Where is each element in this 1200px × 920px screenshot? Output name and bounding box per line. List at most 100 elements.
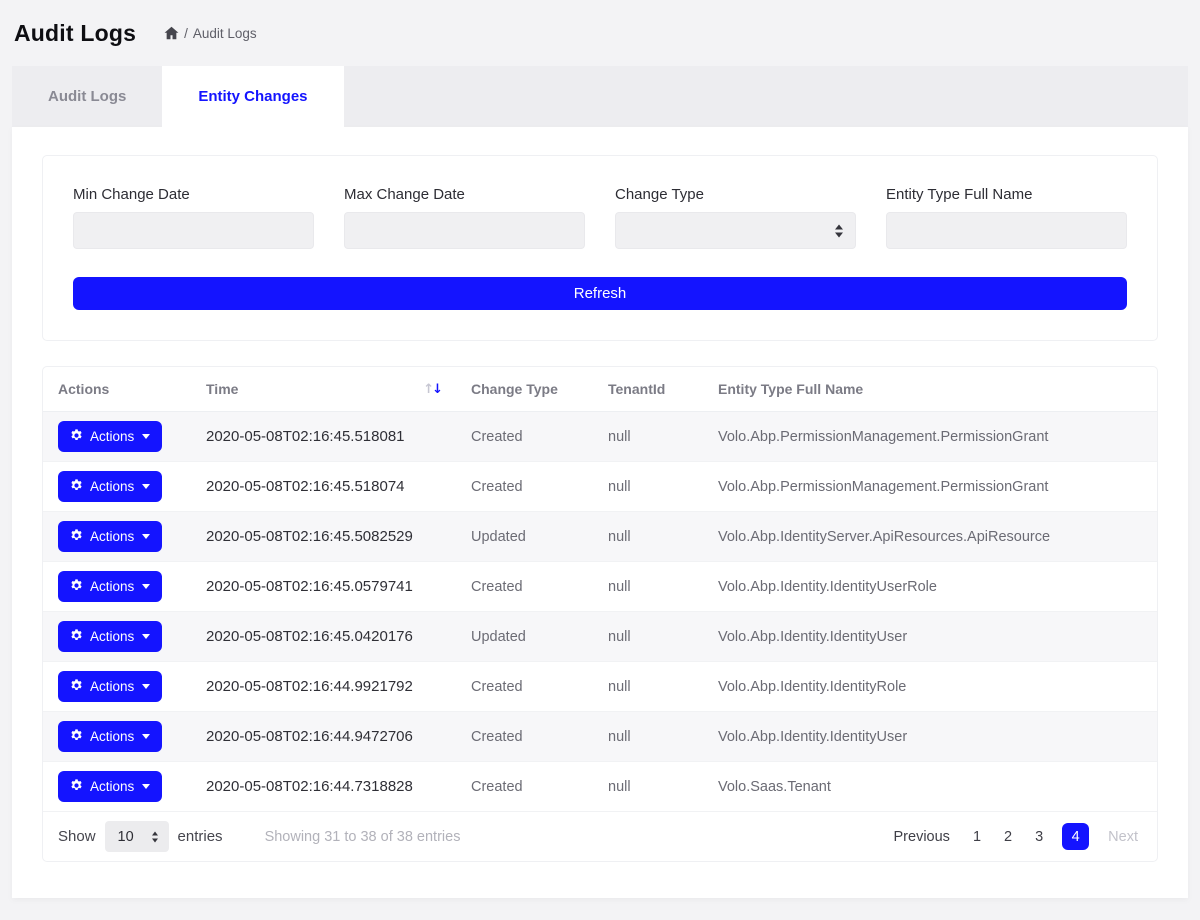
filter-entity-type-full-name: Entity Type Full Name [886, 186, 1127, 249]
pagination-next[interactable]: Next [1104, 827, 1142, 847]
filter-max-change-date: Max Change Date [344, 186, 585, 249]
cell-time: 2020-05-08T02:16:44.9472706 [191, 712, 456, 762]
pagination-page-2[interactable]: 2 [1000, 827, 1016, 847]
pagination-page-4[interactable]: 4 [1062, 823, 1089, 850]
cell-entity-type-full-name: Volo.Abp.PermissionManagement.Permission… [703, 412, 1157, 462]
column-header-actions: Actions [43, 367, 191, 412]
chevron-down-icon [142, 584, 150, 589]
pagination-previous[interactable]: Previous [890, 827, 954, 847]
tab-entity-changes[interactable]: Entity Changes [162, 66, 343, 127]
table-row: Actions 2020-05-08T02:16:45.5082529 Upda… [43, 512, 1157, 562]
cell-tenant-id: null [593, 512, 703, 562]
select-updown-icon [152, 831, 158, 842]
row-actions-button[interactable]: Actions [58, 721, 162, 752]
row-actions-button[interactable]: Actions [58, 671, 162, 702]
cell-change-type: Updated [456, 612, 593, 662]
page-size-select[interactable]: 10 [105, 821, 169, 852]
cell-time: 2020-05-08T02:16:45.518081 [191, 412, 456, 462]
pagination-page-1[interactable]: 1 [969, 827, 985, 847]
gear-icon [70, 479, 83, 495]
cell-entity-type-full-name: Volo.Abp.Identity.IdentityRole [703, 662, 1157, 712]
pagination-page-3[interactable]: 3 [1031, 827, 1047, 847]
row-actions-button[interactable]: Actions [58, 521, 162, 552]
table-row: Actions 2020-05-08T02:16:44.9921792 Crea… [43, 662, 1157, 712]
sort-icon: ↑↓ [423, 382, 441, 397]
max-change-date-input[interactable] [344, 212, 585, 249]
breadcrumb-current: Audit Logs [193, 26, 257, 41]
table-header-row: Actions Time ↑↓ Change Type TenantId Ent… [43, 367, 1157, 412]
cell-tenant-id: null [593, 412, 703, 462]
cell-time: 2020-05-08T02:16:45.0579741 [191, 562, 456, 612]
max-change-date-label: Max Change Date [344, 186, 585, 203]
table-footer: Show 10 entries Showing 31 to 38 of 38 e… [43, 812, 1157, 861]
cell-entity-type-full-name: Volo.Abp.PermissionManagement.Permission… [703, 462, 1157, 512]
entity-type-full-name-input[interactable] [886, 212, 1127, 249]
table-row: Actions 2020-05-08T02:16:44.7318828 Crea… [43, 762, 1157, 812]
filter-min-change-date: Min Change Date [73, 186, 314, 249]
cell-change-type: Created [456, 562, 593, 612]
entity-changes-panel: Min Change Date Max Change Date Change T… [12, 127, 1188, 898]
chevron-down-icon [142, 684, 150, 689]
breadcrumb: / Audit Logs [164, 26, 257, 41]
cell-entity-type-full-name: Volo.Abp.Identity.IdentityUserRole [703, 562, 1157, 612]
min-change-date-label: Min Change Date [73, 186, 314, 203]
cell-tenant-id: null [593, 762, 703, 812]
table-row: Actions 2020-05-08T02:16:45.518081 Creat… [43, 412, 1157, 462]
change-type-select[interactable] [615, 212, 856, 249]
gear-icon [70, 429, 83, 445]
cell-time: 2020-05-08T02:16:44.7318828 [191, 762, 456, 812]
gear-icon [70, 679, 83, 695]
cell-tenant-id: null [593, 562, 703, 612]
row-actions-button[interactable]: Actions [58, 771, 162, 802]
gear-icon [70, 579, 83, 595]
cell-tenant-id: null [593, 662, 703, 712]
gear-icon [70, 629, 83, 645]
column-header-time[interactable]: Time ↑↓ [191, 367, 456, 412]
chevron-down-icon [142, 734, 150, 739]
breadcrumb-separator: / [184, 26, 188, 41]
cell-time: 2020-05-08T02:16:45.5082529 [191, 512, 456, 562]
chevron-down-icon [142, 634, 150, 639]
cell-entity-type-full-name: Volo.Saas.Tenant [703, 762, 1157, 812]
entries-label: entries [178, 828, 223, 845]
cell-change-type: Created [456, 412, 593, 462]
cell-change-type: Updated [456, 512, 593, 562]
refresh-button[interactable]: Refresh [73, 277, 1127, 310]
chevron-down-icon [142, 484, 150, 489]
chevron-down-icon [142, 434, 150, 439]
showing-entries-info: Showing 31 to 38 of 38 entries [265, 829, 461, 845]
tab-audit-logs[interactable]: Audit Logs [12, 66, 162, 127]
cell-tenant-id: null [593, 462, 703, 512]
chevron-down-icon [142, 784, 150, 789]
gear-icon [70, 729, 83, 745]
row-actions-button[interactable]: Actions [58, 571, 162, 602]
cell-time: 2020-05-08T02:16:44.9921792 [191, 662, 456, 712]
cell-change-type: Created [456, 762, 593, 812]
cell-entity-type-full-name: Volo.Abp.IdentityServer.ApiResources.Api… [703, 512, 1157, 562]
show-label: Show [58, 828, 96, 845]
cell-change-type: Created [456, 712, 593, 762]
entity-type-full-name-label: Entity Type Full Name [886, 186, 1127, 203]
table-row: Actions 2020-05-08T02:16:44.9472706 Crea… [43, 712, 1157, 762]
row-actions-button[interactable]: Actions [58, 421, 162, 452]
cell-time: 2020-05-08T02:16:45.0420176 [191, 612, 456, 662]
column-header-tenant-id: TenantId [593, 367, 703, 412]
cell-tenant-id: null [593, 712, 703, 762]
pagination: Previous 1 2 3 4 Next [890, 823, 1142, 850]
cell-entity-type-full-name: Volo.Abp.Identity.IdentityUser [703, 612, 1157, 662]
filter-change-type: Change Type [615, 186, 856, 249]
min-change-date-input[interactable] [73, 212, 314, 249]
page-header: Audit Logs / Audit Logs [0, 0, 1200, 56]
cell-tenant-id: null [593, 612, 703, 662]
table-row: Actions 2020-05-08T02:16:45.0420176 Upda… [43, 612, 1157, 662]
cell-change-type: Created [456, 462, 593, 512]
page-title: Audit Logs [14, 20, 136, 47]
filter-panel: Min Change Date Max Change Date Change T… [42, 155, 1158, 341]
cell-time: 2020-05-08T02:16:45.518074 [191, 462, 456, 512]
entity-changes-table: Actions Time ↑↓ Change Type TenantId Ent… [43, 367, 1157, 812]
table-row: Actions 2020-05-08T02:16:45.518074 Creat… [43, 462, 1157, 512]
row-actions-button[interactable]: Actions [58, 471, 162, 502]
home-icon[interactable] [164, 26, 179, 40]
row-actions-button[interactable]: Actions [58, 621, 162, 652]
change-type-label: Change Type [615, 186, 856, 203]
